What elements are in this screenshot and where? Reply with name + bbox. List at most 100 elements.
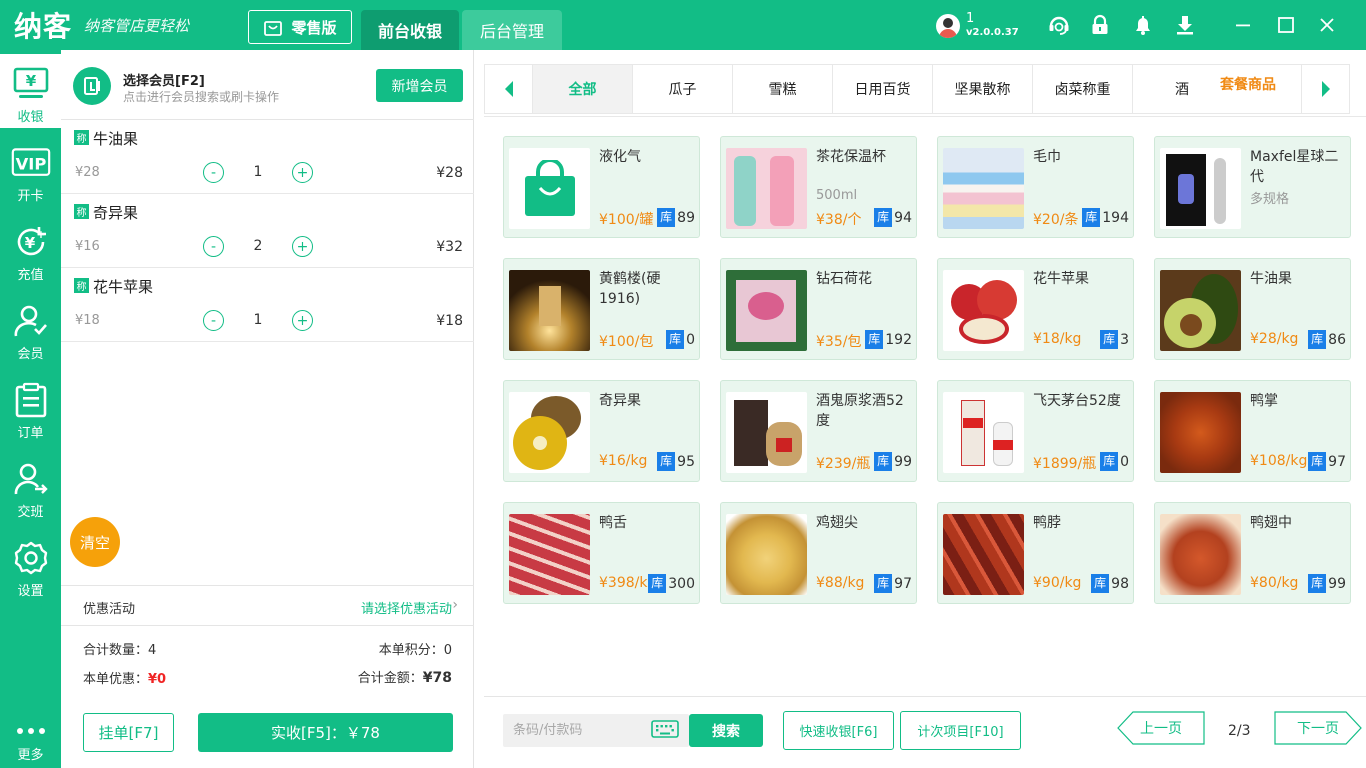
member-select[interactable]: 选择会员[F2] 点击进行会员搜索或刷卡操作 新增会员 (61, 50, 474, 120)
nav-orders[interactable]: 订单 (0, 370, 61, 444)
cart-item-qty[interactable]: 1 (246, 312, 270, 328)
product-card[interactable]: 花牛苹果 ¥18/kg 库 3 (937, 258, 1134, 360)
category-all[interactable]: 全部 (533, 65, 633, 113)
nav-shift[interactable]: 交班 (0, 449, 61, 523)
cart-item-qty[interactable]: 2 (246, 238, 270, 254)
decrease-qty-button[interactable]: - (203, 162, 224, 183)
edition-badge: 零售版 (248, 10, 352, 44)
lock-icon[interactable] (1087, 12, 1113, 38)
shift-icon (11, 459, 51, 499)
maximize-icon[interactable] (1273, 12, 1299, 38)
order-total: 合计金额：¥78 (357, 670, 452, 686)
nav-more[interactable]: 更多 (0, 714, 61, 768)
member-card-icon (73, 67, 111, 105)
settings-icon (11, 538, 51, 578)
decrease-qty-button[interactable]: - (203, 310, 224, 331)
checkout-button[interactable]: 实收[F5]：￥78 (198, 713, 453, 752)
category-item[interactable]: 日用百货 (833, 65, 933, 113)
product-name: 钻石荷花 (816, 271, 872, 287)
stock-badge: 库 (1100, 452, 1119, 471)
member-title: 选择会员[F2] (123, 74, 205, 89)
nav-settings[interactable]: 设置 (0, 528, 61, 602)
svg-text:¥: ¥ (24, 234, 35, 252)
minimize-icon[interactable] (1230, 12, 1256, 38)
product-price: ¥20/条 (1033, 212, 1079, 228)
cart-item[interactable]: 称 奇异果 ¥16 - 2 + ¥32 (61, 194, 474, 268)
category-item[interactable]: 坚果散称 (933, 65, 1033, 113)
side-nav: ¥ 收银 VIP 开卡 ¥ + 充值 会员 订单 交班 设置 更多 (0, 50, 61, 768)
svg-text:¥: ¥ (25, 72, 36, 90)
nav-cashier[interactable]: ¥ 收银 (0, 54, 61, 128)
tab-front-cashier[interactable]: 前台收银 (361, 10, 459, 50)
product-card[interactable]: 酒鬼原浆酒52度 ¥239/瓶库 99 (720, 380, 917, 482)
user-info[interactable]: 1 v2.0.0.37 (936, 10, 1019, 42)
increase-qty-button[interactable]: + (292, 236, 313, 257)
cart-item[interactable]: 称 牛油果 ¥28 - 1 + ¥28 (61, 120, 474, 194)
category-item[interactable]: 雪糕 (733, 65, 833, 113)
cart-item[interactable]: 称 花牛苹果 ¥18 - 1 + ¥18 (61, 268, 474, 342)
product-card[interactable]: 钻石荷花 ¥35/包库 192 (720, 258, 917, 360)
product-name: 黄鹤楼(硬1916) (599, 271, 661, 307)
product-card[interactable]: 牛油果 ¥28/kg 库 86 (1154, 258, 1351, 360)
product-name: Maxfel星球二代 (1250, 149, 1339, 185)
quick-cashier-button[interactable]: 快速收银[F6] (783, 711, 894, 750)
category-item[interactable]: 卤菜称重 (1033, 65, 1133, 113)
category-next-arrow[interactable] (1301, 65, 1349, 113)
customer-service-icon[interactable] (1046, 12, 1072, 38)
tab-back-office[interactable]: 后台管理 (462, 10, 562, 50)
product-price: ¥18/kg (1033, 331, 1082, 347)
product-image (509, 514, 590, 595)
product-image (726, 392, 807, 473)
keyboard-icon[interactable] (651, 719, 679, 741)
product-card[interactable]: 茶花保温杯 500ml ¥38/个库 94 (720, 136, 917, 238)
hang-order-button[interactable]: 挂单[F7] (83, 713, 174, 752)
stock-badge: 库 (1308, 452, 1327, 471)
product-card[interactable]: 鸭脖 ¥90/kg 库 98 (937, 502, 1134, 604)
category-item[interactable]: 瓜子 (633, 65, 733, 113)
search-button[interactable]: 搜索 (689, 714, 763, 747)
product-image (1160, 270, 1241, 351)
product-card[interactable]: 飞天茅台52度 ¥1899/瓶库 0 (937, 380, 1134, 482)
cart-item-qty[interactable]: 1 (246, 164, 270, 180)
nav-member[interactable]: 会员 (0, 291, 61, 365)
product-stock: 库 300 (648, 574, 695, 593)
product-stock: 库 194 (1082, 208, 1129, 227)
promotion-row[interactable]: 优惠活动 请选择优惠活动 › (61, 585, 474, 626)
stock-badge: 库 (874, 574, 893, 593)
product-card[interactable]: 奇异果 ¥16/kg 库 95 (503, 380, 700, 482)
product-stock: 库 86 (1308, 330, 1346, 349)
product-card[interactable]: 黄鹤楼(硬1916) ¥100/包库 0 (503, 258, 700, 360)
product-card[interactable]: 鸭掌 ¥108/kg 库 97 (1154, 380, 1351, 482)
close-icon[interactable] (1314, 12, 1340, 38)
clear-cart-button[interactable]: 清空 (70, 517, 120, 567)
bell-icon[interactable] (1130, 12, 1156, 38)
product-image (943, 148, 1024, 229)
product-card[interactable]: 鸡翅尖 ¥88/kg 库 97 (720, 502, 917, 604)
nav-recharge[interactable]: ¥ + 充值 (0, 212, 61, 286)
next-page-button[interactable]: 下一页 (1274, 711, 1362, 745)
category-item[interactable]: 酒 (1133, 65, 1233, 113)
product-card[interactable]: 毛巾 ¥20/条库 194 (937, 136, 1134, 238)
cashier-icon: ¥ (11, 64, 51, 104)
download-icon[interactable] (1172, 12, 1198, 38)
cart-item-name: 花牛苹果 (93, 278, 154, 296)
package-products-tab[interactable]: 套餐商品 (1220, 74, 1276, 94)
cart-item-subtotal: ¥28 (436, 165, 463, 181)
increase-qty-button[interactable]: + (292, 310, 313, 331)
nav-open-card[interactable]: VIP 开卡 (0, 133, 61, 207)
category-prev-arrow[interactable] (485, 65, 533, 113)
select-promotion-link[interactable]: 请选择优惠活动 (361, 598, 452, 617)
product-card[interactable]: 液化气 ¥100/罐库 89 (503, 136, 700, 238)
chevron-right-icon (1321, 81, 1330, 97)
product-card[interactable]: Maxfel星球二代 多规格 (1154, 136, 1351, 238)
stock-badge: 库 (666, 330, 685, 349)
product-image (509, 392, 590, 473)
product-card[interactable]: 鸭翅中 ¥80/kg 库 99 (1154, 502, 1351, 604)
increase-qty-button[interactable]: + (292, 162, 313, 183)
decrease-qty-button[interactable]: - (203, 236, 224, 257)
product-card[interactable]: 鸭舌 ¥398/kg 库 300 (503, 502, 700, 604)
product-image (943, 392, 1024, 473)
prev-page-button[interactable]: 上一页 (1117, 711, 1205, 745)
add-member-button[interactable]: 新增会员 (376, 69, 463, 102)
count-items-button[interactable]: 计次项目[F10] (900, 711, 1021, 750)
